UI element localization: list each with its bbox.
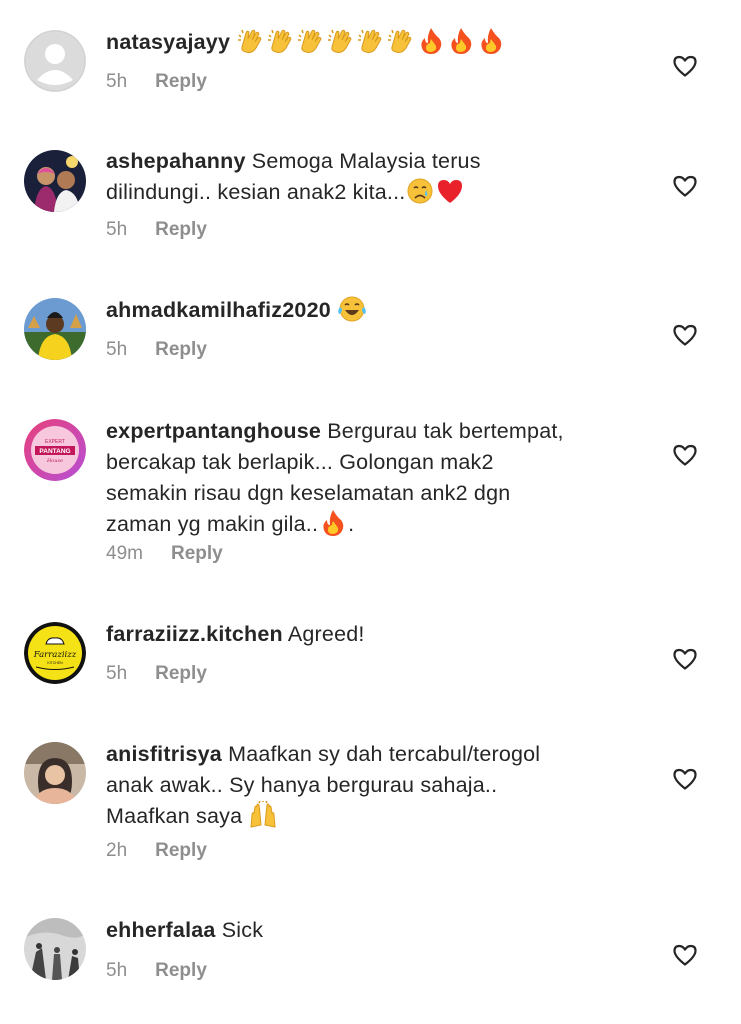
brand-logo-icon: EXPERT PANTANG House bbox=[24, 419, 86, 481]
timestamp: 5h bbox=[106, 71, 128, 92]
comment-body: Sick bbox=[221, 918, 264, 942]
timestamp: 5h bbox=[106, 339, 128, 360]
profile-photo-icon bbox=[24, 918, 86, 980]
comment-meta: 49m Reply bbox=[106, 542, 223, 566]
fire-icon bbox=[416, 27, 446, 55]
like-heart-icon[interactable] bbox=[672, 443, 698, 467]
username[interactable]: ahmadkamilhafiz2020 bbox=[106, 298, 331, 322]
fire-icon bbox=[476, 27, 506, 55]
comment-meta: 5h Reply bbox=[106, 70, 207, 94]
avatar[interactable]: EXPERT PANTANG House bbox=[24, 419, 86, 481]
comment-body: . bbox=[348, 512, 355, 536]
fire-icon bbox=[318, 509, 348, 537]
reply-button[interactable]: Reply bbox=[155, 662, 207, 686]
username[interactable]: expertpantanghouse bbox=[106, 419, 321, 443]
comment-meta: 5h Reply bbox=[106, 218, 207, 242]
timestamp: 5h bbox=[106, 219, 128, 240]
comment-body: Maafkan saya bbox=[106, 804, 243, 828]
comment-body: Bergurau tak bertempat, bbox=[327, 419, 564, 443]
emoji-group bbox=[236, 30, 506, 54]
username[interactable]: farraziizz.kitchen bbox=[106, 622, 283, 646]
clapping-hands-icon bbox=[236, 27, 266, 55]
logo-text: Farraziizz bbox=[33, 650, 77, 660]
avatar[interactable] bbox=[24, 30, 86, 92]
comment-text: farraziizz.kitchen Agreed! bbox=[106, 619, 646, 650]
comment-body: Agreed! bbox=[287, 622, 365, 646]
comment-body: dilindungi.. kesian anak2 kita... bbox=[106, 180, 406, 204]
username[interactable]: anisfitrisya bbox=[106, 742, 222, 766]
brand-logo-icon: Farraziizz KITCHEN bbox=[24, 622, 86, 684]
comment-meta: 5h Reply bbox=[106, 959, 207, 983]
comment-body: Maafkan sy dah tercabul/terogol bbox=[228, 742, 541, 766]
default-avatar-icon bbox=[24, 30, 86, 92]
crying-face-icon bbox=[405, 177, 435, 205]
comment-meta: 5h Reply bbox=[106, 662, 207, 686]
clapping-hands-icon bbox=[386, 27, 416, 55]
like-heart-icon[interactable] bbox=[672, 54, 698, 78]
timestamp: 5h bbox=[106, 663, 128, 684]
like-heart-icon[interactable] bbox=[672, 943, 698, 967]
clapping-hands-icon bbox=[296, 27, 326, 55]
comment-body: Semoga Malaysia terus bbox=[251, 149, 481, 173]
avatar[interactable] bbox=[24, 742, 86, 804]
like-heart-icon[interactable] bbox=[672, 323, 698, 347]
logo-text: KITCHEN bbox=[47, 661, 63, 665]
comment-text: expertpantanghouse Bergurau tak bertempa… bbox=[106, 416, 646, 540]
logo-text: PANTANG bbox=[39, 448, 70, 455]
avatar[interactable] bbox=[24, 298, 86, 360]
username[interactable]: ashepahanny bbox=[106, 149, 246, 173]
avatar[interactable]: Farraziizz KITCHEN bbox=[24, 622, 86, 684]
like-heart-icon[interactable] bbox=[672, 647, 698, 671]
comment-body: semakin risau dgn keselamatan ank2 dgn bbox=[106, 481, 511, 505]
avatar[interactable] bbox=[24, 150, 86, 212]
clapping-hands-icon bbox=[266, 27, 296, 55]
clapping-hands-icon bbox=[326, 27, 356, 55]
tears-of-joy-icon bbox=[337, 295, 367, 323]
comment-text: ashepahanny Semoga Malaysia terus dilind… bbox=[106, 146, 646, 208]
comment-body: anak awak.. Sy hanya bergurau sahaja.. bbox=[106, 773, 498, 797]
reply-button[interactable]: Reply bbox=[155, 959, 207, 983]
reply-button[interactable]: Reply bbox=[155, 218, 207, 242]
comment-meta: 2h Reply bbox=[106, 839, 207, 863]
profile-photo-icon bbox=[24, 150, 86, 212]
comment-body: bercakap tak berlapik... Golongan mak2 bbox=[106, 450, 494, 474]
comment-meta: 5h Reply bbox=[106, 338, 207, 362]
reply-button[interactable]: Reply bbox=[155, 338, 207, 362]
reply-button[interactable]: Reply bbox=[171, 542, 223, 566]
reply-button[interactable]: Reply bbox=[155, 839, 207, 863]
red-heart-icon bbox=[435, 177, 465, 205]
comment-text: natasyajayy bbox=[106, 27, 646, 58]
profile-photo-icon bbox=[24, 742, 86, 804]
username[interactable]: ehherfalaa bbox=[106, 918, 216, 942]
timestamp: 49m bbox=[106, 543, 143, 564]
raising-hands-icon bbox=[248, 801, 278, 829]
clapping-hands-icon bbox=[356, 27, 386, 55]
comment-text: ehherfalaa Sick bbox=[106, 915, 646, 946]
timestamp: 5h bbox=[106, 960, 128, 981]
logo-text: EXPERT bbox=[45, 439, 65, 445]
username[interactable]: natasyajayy bbox=[106, 30, 230, 54]
reply-button[interactable]: Reply bbox=[155, 70, 207, 94]
logo-text: House bbox=[46, 458, 63, 464]
timestamp: 2h bbox=[106, 840, 128, 861]
profile-photo-icon bbox=[24, 298, 86, 360]
comment-text: ahmadkamilhafiz2020 bbox=[106, 295, 646, 326]
like-heart-icon[interactable] bbox=[672, 174, 698, 198]
fire-icon bbox=[446, 27, 476, 55]
comment-text: anisfitrisya Maafkan sy dah tercabul/ter… bbox=[106, 739, 646, 832]
comment-body: zaman yg makin gila.. bbox=[106, 512, 319, 536]
avatar[interactable] bbox=[24, 918, 86, 980]
like-heart-icon[interactable] bbox=[672, 767, 698, 791]
